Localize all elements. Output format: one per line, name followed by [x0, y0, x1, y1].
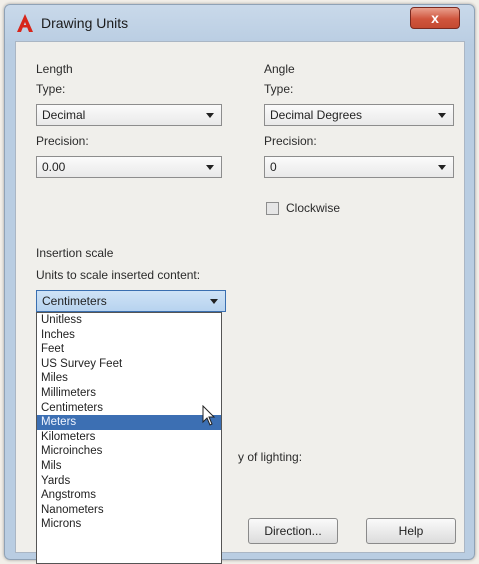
- angle-group-label: Angle: [264, 62, 295, 76]
- dropdown-option[interactable]: Feet: [37, 342, 221, 357]
- dropdown-option[interactable]: Inches: [37, 328, 221, 343]
- angle-precision-label: Precision:: [264, 134, 317, 148]
- chevron-down-icon: [206, 113, 214, 118]
- chevron-down-icon: [438, 165, 446, 170]
- chevron-down-icon: [210, 299, 218, 304]
- angle-type-value: Decimal Degrees: [270, 108, 363, 122]
- chevron-down-icon: [438, 113, 446, 118]
- mouse-pointer-icon: [202, 405, 216, 426]
- dropdown-option[interactable]: Unitless: [37, 313, 221, 328]
- dropdown-option[interactable]: Microns: [37, 517, 221, 532]
- dropdown-option[interactable]: Miles: [37, 371, 221, 386]
- length-precision-value: 0.00: [42, 160, 66, 174]
- dropdown-option[interactable]: Meters: [37, 415, 221, 430]
- length-type-label: Type:: [36, 82, 66, 96]
- length-precision-select[interactable]: 0.00: [36, 156, 222, 178]
- insertion-units-select[interactable]: Centimeters: [36, 290, 226, 312]
- close-button[interactable]: x: [410, 7, 460, 29]
- angle-type-label: Type:: [264, 82, 294, 96]
- clockwise-label: Clockwise: [286, 201, 341, 215]
- angle-type-select[interactable]: Decimal Degrees: [264, 104, 454, 126]
- angle-precision-value: 0: [270, 160, 277, 174]
- clockwise-checkbox[interactable]: [266, 202, 279, 215]
- direction-button[interactable]: Direction...: [248, 518, 338, 544]
- dropdown-option[interactable]: Angstroms: [37, 488, 221, 503]
- length-type-select[interactable]: Decimal: [36, 104, 222, 126]
- dropdown-option[interactable]: Centimeters: [37, 401, 221, 416]
- chevron-down-icon: [206, 165, 214, 170]
- insertion-scale-label: Insertion scale: [36, 246, 114, 260]
- dropdown-option[interactable]: Millimeters: [37, 386, 221, 401]
- dropdown-option[interactable]: Mils: [37, 459, 221, 474]
- help-button[interactable]: Help: [366, 518, 456, 544]
- length-type-value: Decimal: [42, 108, 86, 122]
- dropdown-option[interactable]: Kilometers: [37, 430, 221, 445]
- window-title: Drawing Units: [41, 15, 129, 31]
- dropdown-option[interactable]: Yards: [37, 474, 221, 489]
- dropdown-option[interactable]: Microinches: [37, 444, 221, 459]
- autocad-logo-icon: [17, 14, 33, 32]
- dropdown-option[interactable]: Nanometers: [37, 503, 221, 518]
- insertion-units-dropdown-list[interactable]: Unitless Inches Feet US Survey Feet Miles Mil…: [36, 312, 222, 564]
- units-scale-label: Units to scale inserted content:: [36, 268, 201, 282]
- lighting-label-fragment: y of lighting:: [238, 450, 303, 464]
- angle-precision-select[interactable]: 0: [264, 156, 454, 178]
- length-group-label: Length: [36, 62, 73, 76]
- title-bar[interactable]: Drawing Units x: [5, 5, 474, 41]
- dropdown-option[interactable]: US Survey Feet: [37, 357, 221, 372]
- length-precision-label: Precision:: [36, 134, 89, 148]
- insertion-units-value: Centimeters: [42, 294, 107, 308]
